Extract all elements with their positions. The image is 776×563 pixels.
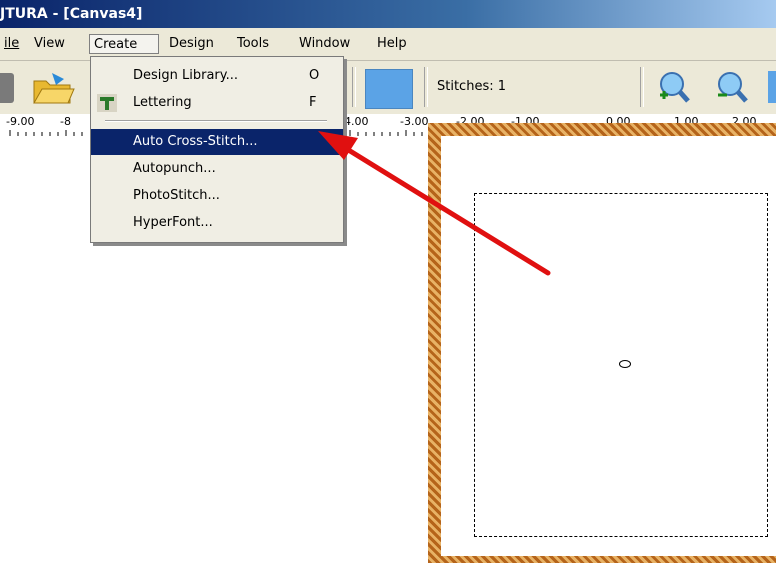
annotation-arrow-icon	[318, 131, 551, 276]
